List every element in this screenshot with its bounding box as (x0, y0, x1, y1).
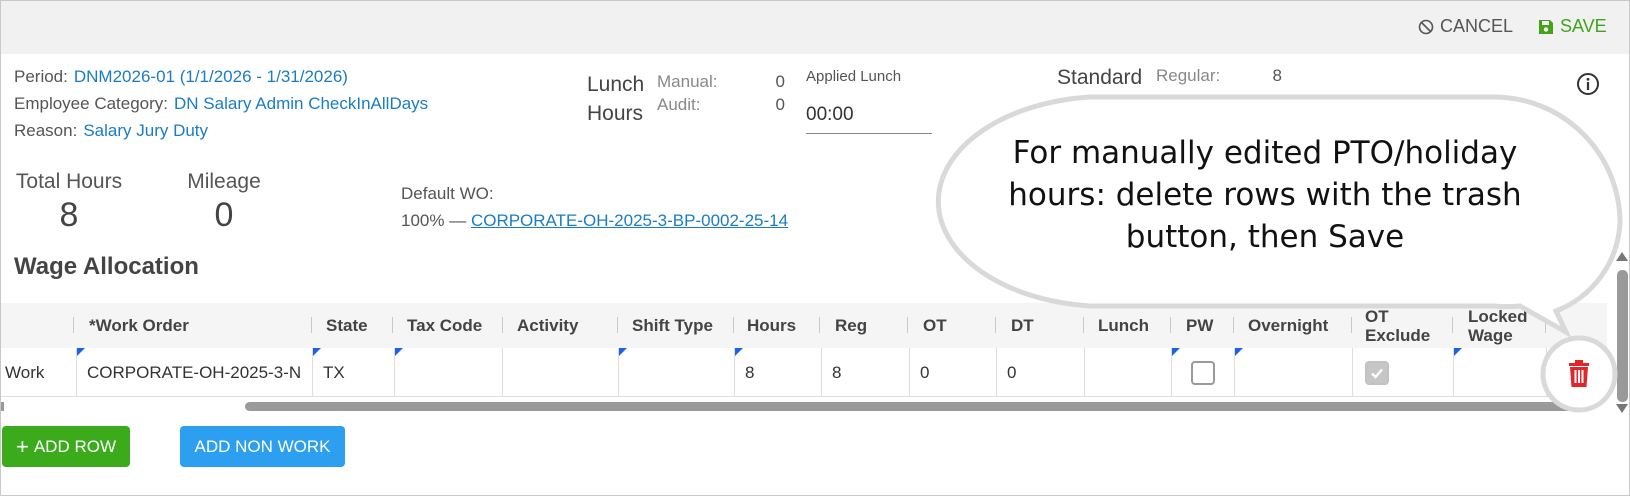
callout-line2: hours: delete rows with the trash (1008, 177, 1522, 213)
trash-icon (1569, 360, 1589, 387)
callout-text: For manually edited PTO/holiday hours: d… (965, 132, 1565, 258)
callout-line1: For manually edited PTO/holiday (1012, 135, 1518, 171)
delete-row-button[interactable] (1561, 356, 1597, 392)
callout-line3: button, then Save (1125, 219, 1405, 255)
